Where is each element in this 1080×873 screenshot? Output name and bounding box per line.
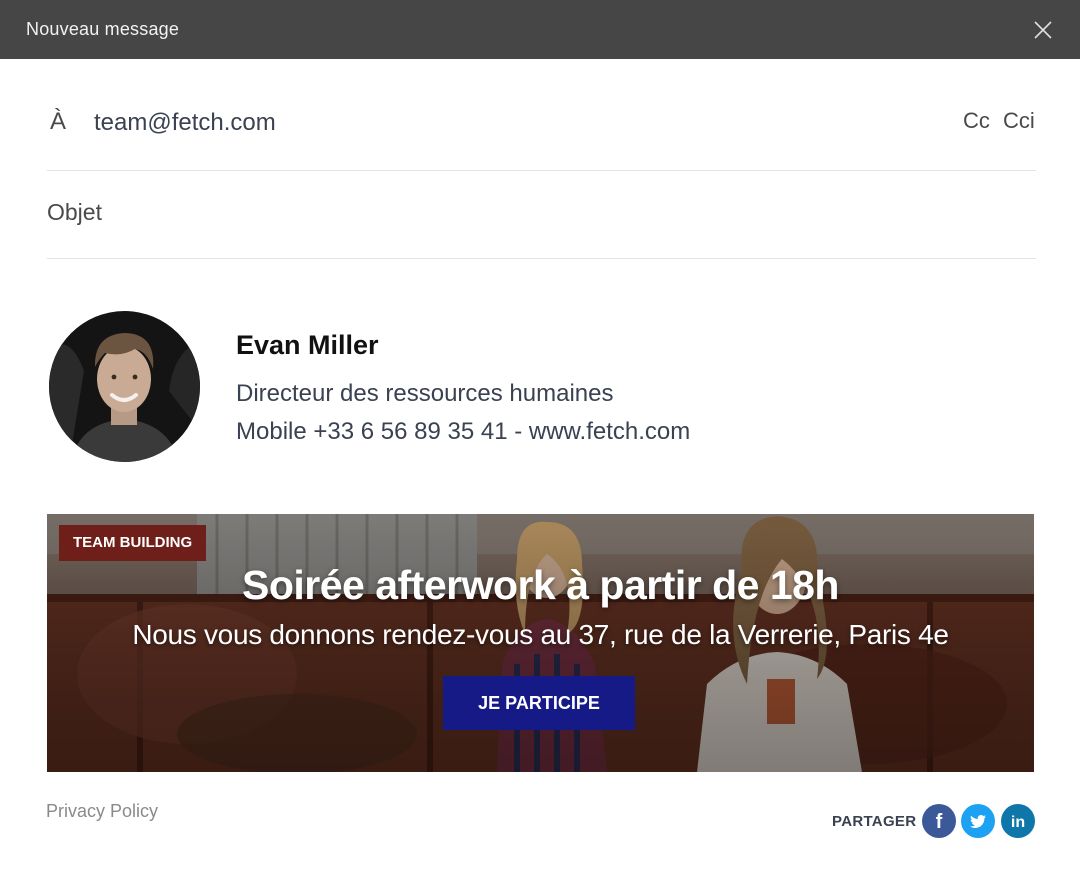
banner-title: Soirée afterwork à partir de 18h	[242, 562, 839, 608]
banner-subtitle: Nous vous donnons rendez-vous au 37, rue…	[132, 619, 949, 650]
twitter-share-button[interactable]	[961, 804, 995, 838]
close-icon[interactable]	[1030, 17, 1056, 43]
twitter-icon	[961, 804, 995, 838]
linkedin-share-button[interactable]: in	[1001, 804, 1035, 838]
signature-contact: Mobile +33 6 56 89 35 41 - www.fetch.com	[236, 418, 691, 445]
bcc-button[interactable]: Cci	[1003, 108, 1035, 134]
recipient-label: À	[50, 108, 67, 135]
banner-tag: TEAM BUILDING	[59, 525, 207, 561]
privacy-policy-link[interactable]: Privacy Policy	[46, 801, 158, 822]
window-title: Nouveau message	[26, 19, 180, 39]
avatar	[49, 311, 200, 462]
cc-button[interactable]: Cc	[963, 108, 990, 134]
participate-button[interactable]: JE PARTICIPE	[443, 676, 635, 730]
event-banner: TEAM BUILDING Soirée afterwork à partir …	[47, 514, 1034, 772]
recipient-row[interactable]: À team@fetch.com Cc Cci	[47, 95, 1036, 171]
linkedin-icon: in	[1001, 804, 1035, 838]
facebook-glyph: f	[936, 811, 943, 833]
facebook-icon: f	[922, 804, 956, 838]
subject-input[interactable]: Objet	[47, 199, 102, 226]
recipient-input[interactable]: team@fetch.com	[94, 109, 276, 137]
signature-role: Directeur des ressources humaines	[236, 380, 614, 407]
linkedin-glyph: in	[1011, 814, 1025, 831]
subject-row[interactable]: Objet	[47, 170, 1036, 259]
window-titlebar: Nouveau message	[0, 0, 1080, 59]
share-label: PARTAGER	[832, 813, 917, 830]
signature-name: Evan Miller	[236, 330, 379, 360]
facebook-share-button[interactable]: f	[922, 804, 956, 838]
